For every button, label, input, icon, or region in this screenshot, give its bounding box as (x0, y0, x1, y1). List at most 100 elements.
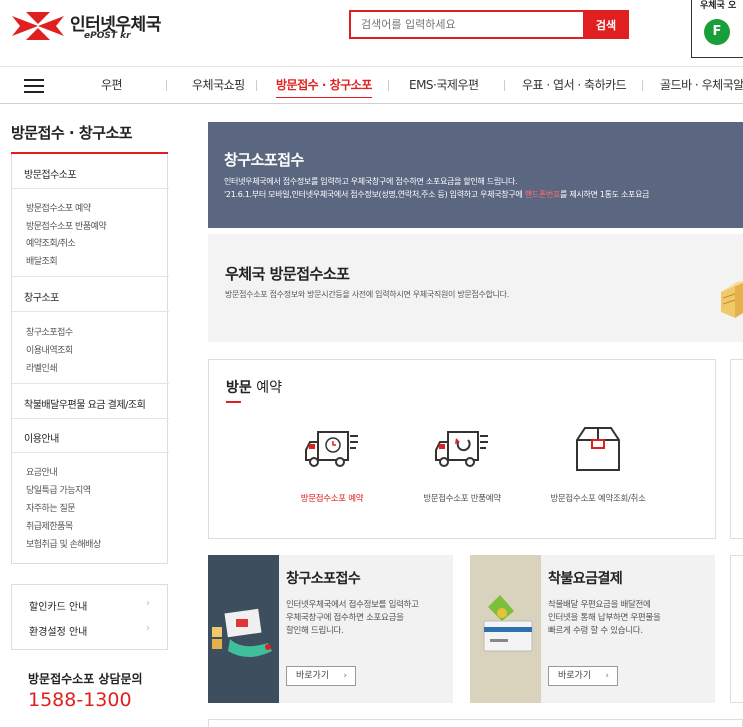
parcel-box-icon (721, 281, 743, 318)
visit-hero-desc: 방문접수소포 접수정보와 방문시간등을 사전에 입력하시면 우체국직원이 방문접… (225, 290, 509, 299)
discount-card-link[interactable]: 할인카드 안내 (29, 598, 87, 613)
card-desc-3: 빠르게 수령 할 수 있습니다. (548, 626, 643, 636)
sidebar-item-cod-payment[interactable]: 착불배달우편물 요금 결제/조회 (24, 396, 146, 411)
sidebar-sub-visit-reserve[interactable]: 방문접수소포 예약 (26, 201, 91, 214)
banner-desc-2-post: 를 제시하면 1통도 소포요금 (560, 190, 650, 199)
card-title: 착불요금결제 (548, 571, 623, 587)
gnb-item-goldbar[interactable]: 골드바 · 우체국알 (660, 67, 743, 104)
go-button[interactable]: 바로가기 › (286, 666, 356, 686)
gnb-divider (504, 80, 505, 91)
gnb-divider (166, 80, 167, 91)
adjacent-panel-edge (730, 359, 743, 539)
cs-phone: 1588-1300 (28, 689, 132, 711)
chevron-right-icon: › (343, 671, 347, 681)
reserve-lookup-item[interactable]: 방문접수소포 예약조회/취소 (523, 426, 673, 516)
sidebar-item-counter-label[interactable]: 창구소포 (24, 289, 59, 304)
cod-payment-card: 착불요금결제 착불배달 우편요금을 배달전에 인터넷을 통해 납부하면 우편물을… (470, 555, 715, 703)
sidebar-sub-return-reserve[interactable]: 방문접수소포 반품예약 (26, 219, 107, 232)
go-button[interactable]: 바로가기 › (548, 666, 618, 686)
reserve-visit-item[interactable]: 방문접수소포 예약 (257, 426, 407, 516)
visit-parcel-hero: 우체국 방문접수소포 방문접수소포 접수정보와 방문시간등을 사전에 입력하시면… (208, 234, 743, 342)
divider (12, 188, 169, 189)
gnb-item-shopping[interactable]: 우체국쇼핑 (192, 67, 245, 104)
card-title: 창구소포접수 (286, 571, 361, 587)
epost-logo[interactable]: 인터넷우체국 ePOST kr (12, 10, 172, 44)
divider (12, 383, 169, 384)
visit-reserve-panel: 방문 예약 방문접수소포 예약 방문접수소포 반품예약 방문접수소포 예약조회/… (208, 359, 716, 539)
gnb-divider (256, 80, 257, 91)
grade-badge: F (704, 19, 730, 45)
sidebar-title: 방문접수 · 창구소포 (11, 124, 133, 142)
truck-return-icon (435, 431, 488, 467)
header: 인터넷우체국 ePOST kr 검색 우체국 오 F (0, 0, 743, 66)
chevron-right-icon: › (605, 671, 609, 681)
sidebar-guide-links: 할인카드 안내 › 환경설정 안내 › (11, 584, 168, 650)
sidebar-sub-reserve-lookup[interactable]: 예약조회/취소 (26, 236, 76, 249)
cod-payment-thumb (470, 555, 541, 703)
gnb-item-mail[interactable]: 우편 (101, 67, 123, 104)
card-desc-2: 인터넷을 통해 납부하면 우편물을 (548, 613, 661, 623)
reserve-title-underline (226, 401, 241, 403)
global-nav: 우편 우체국쇼핑 방문접수 · 창구소포 EMS·국제우편 우표 · 엽서 · … (0, 66, 743, 104)
counter-parcel-thumb (208, 555, 279, 703)
banner-desc-2-pre: '21.6.1.부터 모바일,인터넷우체국에서 접수정보(성명,연락처,주소 등… (224, 190, 525, 199)
menu-icon[interactable] (24, 79, 44, 94)
chevron-right-icon: › (146, 623, 150, 634)
banner-title: 창구소포접수 (224, 151, 304, 169)
card-payment-icon (483, 595, 533, 652)
card-desc-3: 할인해 드립니다. (286, 626, 344, 636)
next-section-edge (208, 719, 743, 727)
reserve-visit-label: 방문접수소포 예약 (300, 494, 364, 504)
chevron-right-icon: › (146, 598, 150, 609)
reserve-title-bold: 방문 (226, 380, 252, 396)
visit-hero-title: 우체국 방문접수소포 (225, 265, 350, 283)
sidebar-sub-fees[interactable]: 요금안내 (26, 465, 58, 478)
truck-clock-icon (305, 431, 358, 467)
card-desc-1: 착불배달 우편요금을 배달전에 (548, 600, 651, 610)
adjacent-card-edge (730, 555, 743, 703)
sidebar-sub-delivery-track[interactable]: 배달조회 (26, 254, 58, 267)
reserve-title-rest: 예약 (251, 380, 282, 396)
sidebar-sub-history[interactable]: 이용내역조회 (26, 343, 73, 356)
sidebar-item-guide[interactable]: 이용안내 (24, 430, 59, 445)
sidebar: 방문접수 · 창구소포 방문접수소포 방문접수소포 예약 방문접수소포 반품예약… (0, 104, 169, 727)
sidebar-sub-label-print[interactable]: 라벨인쇄 (26, 361, 58, 374)
widget-title: 우체국 오 (700, 1, 737, 11)
card-desc-1: 인터넷우체국에서 접수정보를 입력하고 (286, 600, 419, 610)
gnb-item-visit[interactable]: 방문접수 · 창구소포 (276, 67, 372, 104)
divider (12, 311, 169, 312)
gnb-divider (642, 80, 643, 91)
page: 인터넷우체국 ePOST kr 검색 우체국 오 F 우편 우체국쇼핑 방문접수… (0, 0, 743, 727)
search-input[interactable] (349, 10, 583, 39)
sidebar-sub-insurance[interactable]: 보험취급 및 손해배상 (26, 537, 101, 550)
reserve-title: 방문 예약 (226, 377, 282, 397)
banner-desc-2: '21.6.1.부터 모바일,인터넷우체국에서 접수정보(성명,연락처,주소 등… (224, 189, 650, 200)
search-button[interactable]: 검색 (583, 10, 629, 39)
cs-title: 방문접수소포 상담문의 (28, 672, 143, 686)
go-button-label: 바로가기 (296, 671, 330, 681)
epost-logo-icon (12, 12, 64, 40)
sidebar-sub-faq[interactable]: 자주하는 질문 (26, 501, 76, 514)
counter-parcel-banner: 창구소포접수 인터넷우체국에서 접수정보를 입력하고 우체국창구에 접수하면 소… (208, 122, 743, 228)
sidebar-sub-counter-accept[interactable]: 창구소포접수 (26, 325, 73, 338)
air-quality-widget[interactable]: 우체국 오 F (691, 0, 743, 58)
card-desc-2: 우체국창구에 접수하면 소포요금을 (286, 613, 404, 623)
settings-guide-link[interactable]: 환경설정 안내 (29, 623, 87, 638)
divider (12, 276, 169, 277)
gnb-item-stamps[interactable]: 우표 · 엽서 · 축하카드 (522, 67, 627, 104)
box-icon (576, 427, 620, 471)
divider (12, 452, 169, 453)
reserve-return-item[interactable]: 방문접수소포 반품예약 (387, 426, 537, 516)
sidebar-sub-sameday[interactable]: 당일특급 가능지역 (26, 483, 91, 496)
gnb-divider (388, 80, 389, 91)
reserve-lookup-label: 방문접수소포 예약조회/취소 (550, 494, 646, 504)
banner-highlight: 핸드폰번호 (524, 190, 561, 199)
sidebar-sub-restricted[interactable]: 취급제한품목 (26, 519, 73, 532)
counter-parcel-card: 창구소포접수 인터넷우체국에서 접수정보를 입력하고 우체국창구에 접수하면 소… (208, 555, 453, 703)
sidebar-item-visit[interactable]: 방문접수소포 (24, 166, 77, 181)
banner-desc-1: 인터넷우체국에서 접수정보를 입력하고 우체국창구에 접수하면 소포요금을 할인… (224, 177, 518, 186)
hand-parcel-icon (212, 608, 272, 657)
sidebar-menu: 방문접수소포 방문접수소포 예약 방문접수소포 반품예약 예약조회/취소 배달조… (11, 154, 169, 564)
reserve-return-label: 방문접수소포 반품예약 (423, 494, 501, 504)
gnb-item-ems[interactable]: EMS·국제우편 (409, 67, 479, 104)
